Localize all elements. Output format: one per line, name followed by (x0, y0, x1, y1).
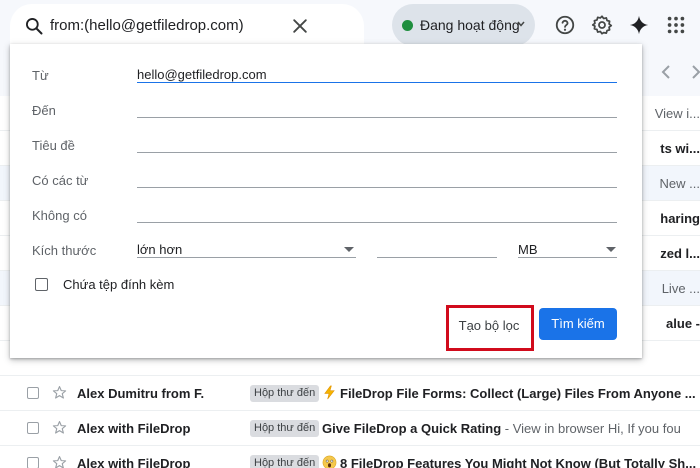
subject-field-underline (137, 152, 617, 153)
table-row[interactable]: Alex Dumitru from F. Hộp thư đến FileDro… (0, 376, 700, 411)
doesnt-have-field-underline (137, 222, 617, 223)
email-subject: Give FileDrop a Quick Rating (322, 421, 502, 436)
row-checkbox[interactable] (27, 457, 39, 468)
email-snippet: - View in browser Hi, If you fou (501, 421, 681, 436)
from-field-underline (137, 82, 617, 83)
subject-label: Tiêu đề (32, 138, 75, 153)
from-field[interactable]: hello@getfiledrop.com (137, 67, 267, 82)
star-icon[interactable] (52, 455, 67, 468)
apps-grid-icon[interactable] (665, 14, 687, 36)
has-attachment-checkbox[interactable] (35, 278, 48, 291)
table-row[interactable]: Alex with FileDrop Hộp thư đến Give File… (0, 411, 700, 446)
help-icon[interactable] (554, 14, 576, 36)
scream-emoji-icon (322, 455, 337, 468)
size-amount-underline (377, 257, 497, 258)
from-label: Từ (32, 68, 49, 83)
search-box[interactable]: from:(hello@getfiledrop.com) (10, 4, 364, 48)
settings-icon[interactable] (591, 14, 613, 36)
inbox-label-badge[interactable]: Hộp thư đến (250, 420, 320, 437)
email-sender: Alex Dumitru from F. (77, 386, 205, 401)
dropdown-arrow-icon[interactable] (606, 247, 616, 252)
lightning-emoji-icon (324, 385, 335, 400)
doesnt-have-label: Không có (32, 208, 87, 223)
email-snippet: alue - (666, 316, 700, 331)
status-dot-icon (402, 20, 413, 31)
to-label: Đến (32, 103, 56, 118)
search-icon[interactable] (24, 16, 44, 36)
inbox-label-badge[interactable]: Hộp thư đến (250, 385, 320, 402)
search-input[interactable]: from:(hello@getfiledrop.com) (50, 4, 244, 48)
size-unit-underline (518, 257, 617, 258)
email-subject-line: FileDrop File Forms: Collect (Large) Fil… (322, 376, 700, 411)
inbox-label-badge[interactable]: Hộp thư đến (250, 455, 320, 468)
email-snippet: zed l... (660, 246, 700, 261)
star-icon[interactable] (52, 420, 67, 435)
email-subject-line: Give FileDrop a Quick Rating - View in b… (322, 411, 700, 446)
email-snippet: ts wi... (660, 141, 700, 156)
chevron-left-icon[interactable] (660, 64, 672, 80)
chevron-right-icon[interactable] (690, 64, 700, 80)
email-subject-line: 8 FileDrop Features You Might Not Know (… (322, 446, 700, 468)
has-attachment-label: Chứa tệp đính kèm (63, 277, 175, 292)
close-icon[interactable] (290, 16, 310, 36)
email-snippet: haring (660, 211, 700, 226)
table-row[interactable]: Alex with FileDrop Hộp thư đến 8 FileDro… (0, 446, 700, 468)
dropdown-arrow-icon[interactable] (344, 247, 354, 252)
row-checkbox[interactable] (27, 422, 39, 434)
gemini-icon[interactable] (628, 14, 650, 36)
email-subject: FileDrop File Forms: Collect (Large) Fil… (340, 386, 696, 401)
size-comparator-select[interactable]: lớn hơn (137, 242, 182, 257)
to-field-underline (137, 117, 617, 118)
has-words-label: Có các từ (32, 173, 89, 188)
star-icon[interactable] (52, 385, 67, 400)
size-label: Kích thước (32, 243, 97, 258)
chevron-down-icon (517, 21, 525, 27)
row-checkbox[interactable] (27, 387, 39, 399)
email-snippet: New ... (659, 176, 700, 191)
size-unit-select[interactable]: MB (518, 242, 538, 257)
has-words-field-underline (137, 187, 617, 188)
email-snippet: View i... (654, 106, 700, 121)
email-snippet: Live ... (661, 281, 700, 296)
email-subject: 8 FileDrop Features You Might Not Know (… (340, 456, 697, 468)
email-sender: Alex with FileDrop (77, 456, 191, 468)
email-sender: Alex with FileDrop (77, 421, 191, 436)
advanced-search-dialog: Từ hello@getfiledrop.com Đến Tiêu đề Có … (10, 44, 642, 358)
highlight-annotation-box (446, 305, 534, 351)
status-button[interactable]: Đang hoạt động (392, 4, 535, 46)
status-label: Đang hoạt động (420, 17, 520, 33)
search-button[interactable]: Tìm kiếm (539, 308, 617, 340)
size-comparator-underline (137, 257, 356, 258)
